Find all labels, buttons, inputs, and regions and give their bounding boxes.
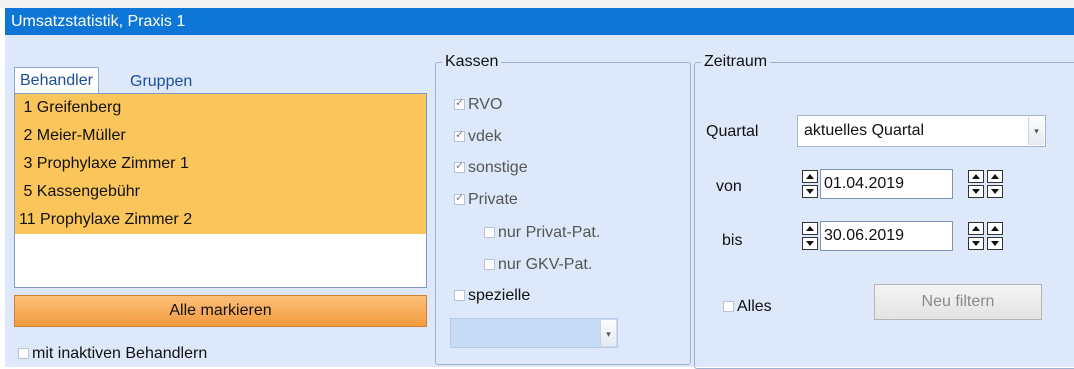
spezielle-label: spezielle bbox=[468, 287, 531, 304]
tab-behandler[interactable]: Behandler bbox=[14, 67, 99, 93]
inactive-behandler-toggle[interactable]: mit inaktiven Behandlern bbox=[18, 345, 207, 363]
spezielle-select[interactable]: ▾ bbox=[450, 318, 618, 348]
select-all-button[interactable]: Alle markieren bbox=[14, 295, 427, 327]
bis-label: bis bbox=[722, 232, 743, 249]
arrow-down-icon[interactable] bbox=[987, 185, 1003, 198]
von-label: von bbox=[716, 178, 742, 195]
private-option[interactable]: Private bbox=[454, 191, 518, 209]
arrow-up-icon[interactable] bbox=[987, 222, 1003, 235]
rvo-label: RVO bbox=[468, 96, 503, 113]
kassen-title: Kassen bbox=[445, 53, 499, 70]
vdek-checkbox[interactable] bbox=[454, 128, 465, 143]
list-item[interactable]: 11 Prophylaxe Zimmer 2 bbox=[15, 206, 426, 234]
sonstige-label: sonstige bbox=[468, 159, 528, 176]
arrow-down-icon[interactable] bbox=[802, 237, 818, 250]
inactive-label: mit inaktiven Behandlern bbox=[32, 345, 208, 362]
spezielle-option[interactable]: spezielle bbox=[454, 287, 530, 305]
vdek-option[interactable]: vdek bbox=[454, 128, 502, 146]
nur-gkv-checkbox[interactable] bbox=[484, 259, 495, 271]
list-item[interactable]: 5 Kassengebühr bbox=[15, 178, 426, 206]
bis-date-input[interactable]: 30.06.2019 bbox=[820, 221, 953, 251]
vdek-label: vdek bbox=[468, 128, 502, 145]
bis-scroll-spinner[interactable] bbox=[802, 221, 820, 251]
list-item[interactable]: 3 Prophylaxe Zimmer 1 bbox=[15, 150, 426, 178]
top-strip bbox=[0, 0, 1074, 8]
arrow-down-icon[interactable] bbox=[968, 185, 984, 198]
alles-label: Alles bbox=[737, 298, 772, 315]
von-month-spinner[interactable] bbox=[987, 169, 1005, 199]
behandler-list[interactable]: 1 Greifenberg 2 Meier-Müller 3 Prophylax… bbox=[14, 93, 427, 288]
von-day-spinner[interactable] bbox=[968, 169, 986, 199]
arrow-down-icon[interactable] bbox=[802, 185, 818, 198]
list-item[interactable]: 1 Greifenberg bbox=[15, 94, 426, 122]
nur-gkv-option[interactable]: nur GKV-Pat. bbox=[484, 256, 592, 274]
nur-gkv-label: nur GKV-Pat. bbox=[498, 256, 593, 273]
rvo-checkbox[interactable] bbox=[454, 96, 465, 111]
zeitraum-title: Zeitraum bbox=[704, 53, 768, 70]
arrow-down-icon[interactable] bbox=[987, 237, 1003, 250]
inactive-checkbox[interactable] bbox=[18, 348, 29, 360]
arrow-up-icon[interactable] bbox=[987, 170, 1003, 183]
quartal-select[interactable]: aktuelles Quartal ▾ bbox=[797, 115, 1046, 147]
spezielle-checkbox[interactable] bbox=[454, 290, 465, 302]
bis-day-spinner[interactable] bbox=[968, 221, 986, 251]
nur-privat-checkbox[interactable] bbox=[484, 227, 495, 239]
chevron-down-icon[interactable]: ▾ bbox=[1028, 117, 1044, 145]
arrow-up-icon[interactable] bbox=[968, 170, 984, 183]
private-checkbox[interactable] bbox=[454, 191, 465, 206]
von-scroll-spinner[interactable] bbox=[802, 169, 820, 199]
sonstige-checkbox[interactable] bbox=[454, 159, 465, 174]
tab-gruppen[interactable]: Gruppen bbox=[130, 69, 192, 95]
quartal-value: aktuelles Quartal bbox=[804, 122, 925, 139]
neu-filtern-button[interactable]: Neu filtern bbox=[874, 284, 1042, 320]
private-label: Private bbox=[468, 191, 518, 208]
nur-privat-label: nur Privat-Pat. bbox=[498, 224, 601, 241]
rvo-option[interactable]: RVO bbox=[454, 96, 502, 114]
nur-privat-option[interactable]: nur Privat-Pat. bbox=[484, 224, 600, 242]
quartal-label: Quartal bbox=[706, 123, 759, 140]
arrow-up-icon[interactable] bbox=[968, 222, 984, 235]
alles-option[interactable]: Alles bbox=[723, 298, 772, 316]
arrow-up-icon[interactable] bbox=[802, 222, 818, 235]
alles-checkbox[interactable] bbox=[723, 301, 734, 313]
bis-month-spinner[interactable] bbox=[987, 221, 1005, 251]
von-date-input[interactable]: 01.04.2019 bbox=[820, 169, 953, 199]
main-panel: Behandler Gruppen 1 Greifenberg 2 Meier-… bbox=[5, 35, 1074, 369]
list-item[interactable]: 2 Meier-Müller bbox=[15, 122, 426, 150]
sonstige-option[interactable]: sonstige bbox=[454, 159, 528, 177]
window-title: Umsatzstatistik, Praxis 1 bbox=[5, 8, 1074, 35]
chevron-down-icon[interactable]: ▾ bbox=[600, 320, 616, 346]
zeitraum-group: Zeitraum bbox=[694, 53, 1074, 369]
arrow-down-icon[interactable] bbox=[968, 237, 984, 250]
arrow-up-icon[interactable] bbox=[802, 170, 818, 183]
